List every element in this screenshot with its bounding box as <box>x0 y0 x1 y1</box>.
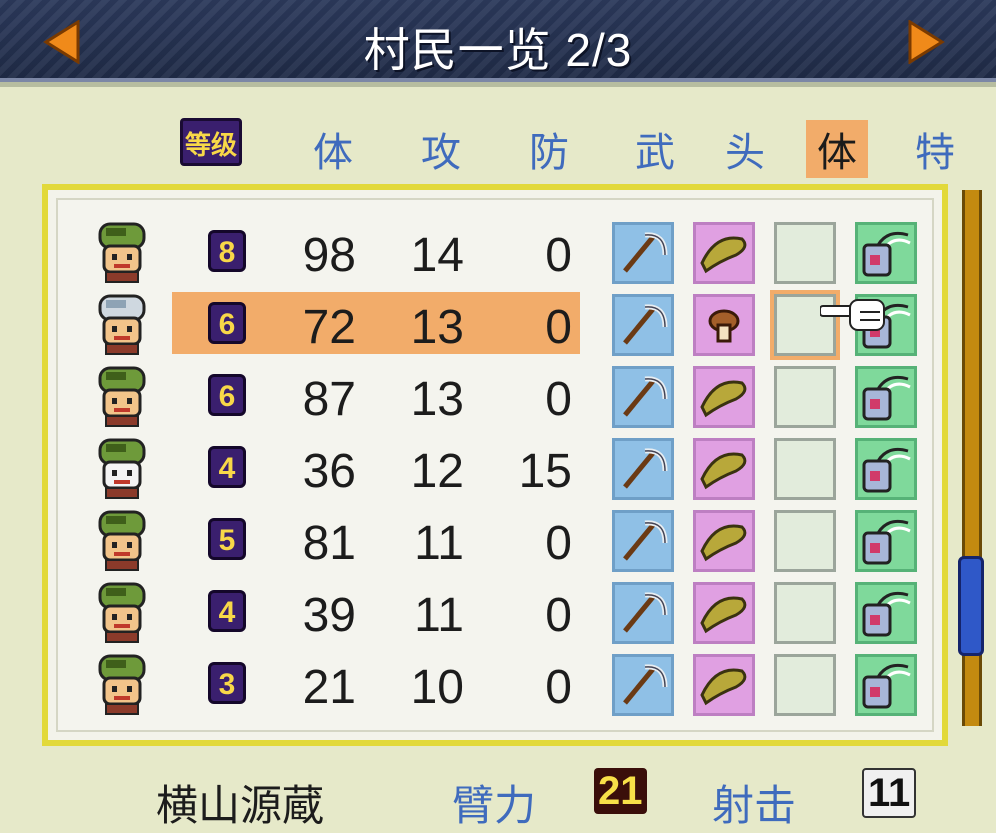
hp-value: 98 <box>302 229 356 282</box>
bottom-stats: 横山源蔵 臂力 21 射击 11 <box>0 760 996 830</box>
col-header-body[interactable]: 体 <box>806 120 868 178</box>
special-slot[interactable] <box>855 438 917 500</box>
body-slot[interactable] <box>774 654 836 716</box>
col-header-attack[interactable]: 攻 <box>406 120 476 178</box>
villager-row[interactable]: 3 21 10 0 <box>0 650 996 722</box>
def-value: 0 <box>545 661 572 714</box>
head-slot[interactable] <box>693 438 755 500</box>
villager-avatar-icon <box>92 578 152 644</box>
special-slot[interactable] <box>855 582 917 644</box>
atk-value: 12 <box>410 445 464 498</box>
hp-value: 39 <box>302 589 356 642</box>
page-title: 村民一览 2/3 <box>363 24 633 76</box>
villager-row[interactable]: 6 87 13 0 <box>0 362 996 434</box>
villager-avatar-icon <box>92 506 152 572</box>
weapon-slot[interactable] <box>612 366 674 428</box>
atk-value: 11 <box>414 517 464 570</box>
strength-value: 21 <box>594 768 647 814</box>
col-header-head[interactable]: 头 <box>710 120 780 178</box>
def-value: 0 <box>545 517 572 570</box>
head-slot[interactable] <box>693 366 755 428</box>
special-slot[interactable] <box>855 222 917 284</box>
title-bar: 村民一览 2/3 <box>0 0 996 87</box>
villager-row[interactable]: 8 98 14 0 <box>0 218 996 290</box>
pointer-hand-icon <box>820 299 885 331</box>
hp-value: 36 <box>302 445 356 498</box>
level-badge: 6 <box>208 302 246 344</box>
def-value: 0 <box>545 373 572 426</box>
def-value: 0 <box>545 301 572 354</box>
next-page-arrow-icon[interactable] <box>906 20 946 64</box>
hp-value: 87 <box>302 373 356 426</box>
atk-value: 11 <box>414 589 464 642</box>
level-badge: 8 <box>208 230 246 272</box>
head-slot[interactable] <box>693 654 755 716</box>
atk-value: 10 <box>410 661 464 714</box>
shooting-label: 射击 <box>712 782 797 829</box>
weapon-slot[interactable] <box>612 294 674 356</box>
column-headers: 等级 体 攻 防 武 头 体 特 <box>0 108 996 178</box>
body-slot[interactable] <box>774 222 836 284</box>
atk-value: 13 <box>410 301 464 354</box>
atk-value: 14 <box>410 229 464 282</box>
body-slot[interactable] <box>774 366 836 428</box>
def-value: 15 <box>518 445 572 498</box>
villager-row[interactable]: 4 39 11 0 <box>0 578 996 650</box>
body-slot[interactable] <box>774 510 836 572</box>
col-header-defense[interactable]: 防 <box>514 120 584 178</box>
villager-avatar-icon <box>92 218 152 284</box>
shooting-value: 11 <box>862 768 917 818</box>
weapon-slot[interactable] <box>612 582 674 644</box>
level-badge: 6 <box>208 374 246 416</box>
body-slot[interactable] <box>774 438 836 500</box>
weapon-slot[interactable] <box>612 438 674 500</box>
scrollbar-thumb[interactable] <box>958 556 984 656</box>
col-header-hp[interactable]: 体 <box>298 120 368 178</box>
villager-avatar-icon <box>92 362 152 428</box>
special-slot[interactable] <box>855 510 917 572</box>
hp-value: 72 <box>302 301 356 354</box>
level-header-badge[interactable]: 等级 <box>180 118 242 166</box>
head-slot[interactable] <box>693 582 755 644</box>
villager-avatar-icon <box>92 434 152 500</box>
col-header-weapon[interactable]: 武 <box>620 120 690 178</box>
special-slot[interactable] <box>855 654 917 716</box>
col-header-special[interactable]: 特 <box>900 120 970 178</box>
def-value: 0 <box>545 229 572 282</box>
level-badge: 4 <box>208 446 246 488</box>
villager-row[interactable]: 4 36 12 15 <box>0 434 996 506</box>
villager-row[interactable]: 5 81 11 0 <box>0 506 996 578</box>
weapon-slot[interactable] <box>612 222 674 284</box>
weapon-slot[interactable] <box>612 654 674 716</box>
level-badge: 4 <box>208 590 246 632</box>
hp-value: 81 <box>302 517 356 570</box>
head-slot[interactable] <box>693 222 755 284</box>
head-slot[interactable] <box>693 510 755 572</box>
weapon-slot[interactable] <box>612 510 674 572</box>
atk-value: 13 <box>410 373 464 426</box>
level-badge: 3 <box>208 662 246 704</box>
head-slot[interactable] <box>693 294 755 356</box>
special-slot[interactable] <box>855 366 917 428</box>
villager-name: 横山源蔵 <box>156 782 325 829</box>
level-badge: 5 <box>208 518 246 560</box>
def-value: 0 <box>545 589 572 642</box>
villager-avatar-icon <box>92 290 152 356</box>
body-slot[interactable] <box>774 582 836 644</box>
villager-avatar-icon <box>92 650 152 716</box>
hp-value: 21 <box>302 661 356 714</box>
strength-label: 臂力 <box>452 782 537 829</box>
